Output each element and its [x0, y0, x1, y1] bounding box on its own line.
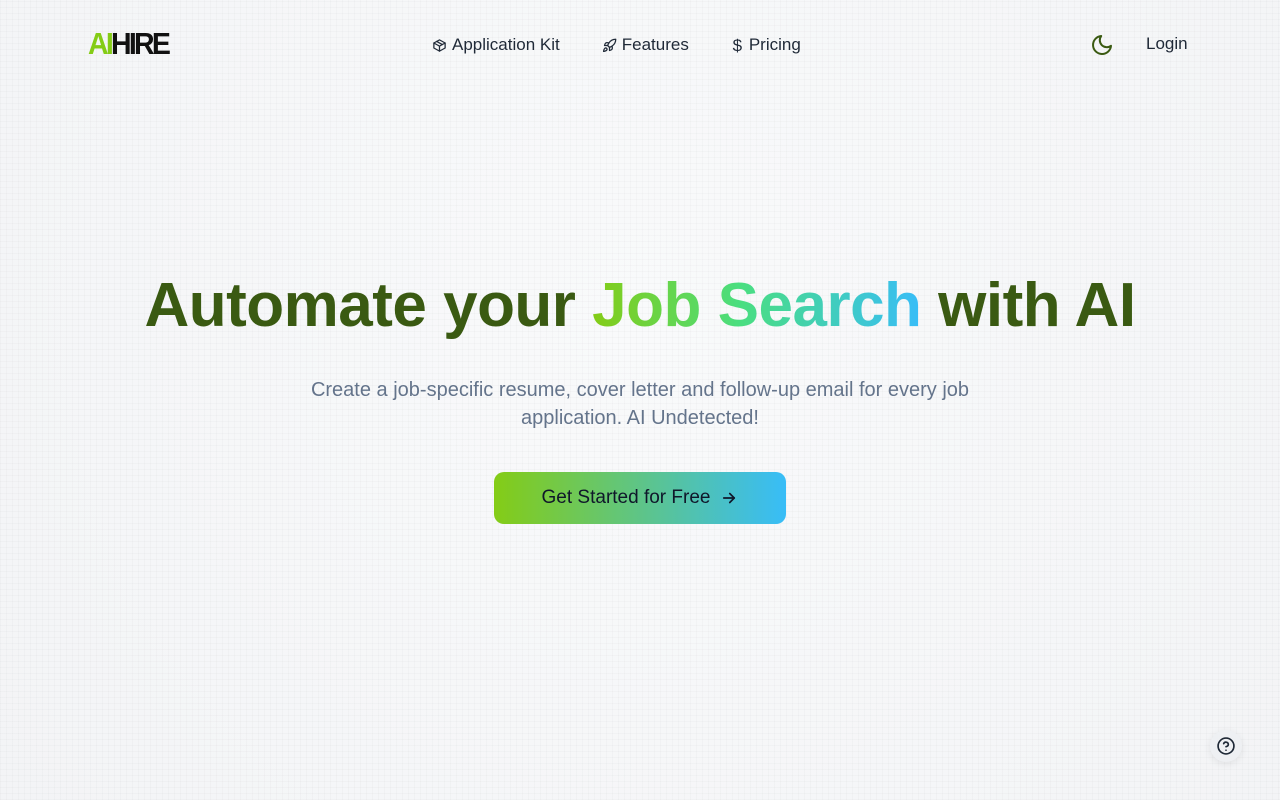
nav-item-application-kit[interactable]: Application Kit [432, 33, 560, 57]
help-circle-icon [1216, 736, 1236, 756]
nav-item-label: Pricing [748, 35, 801, 54]
box-icon [432, 38, 447, 53]
hero-title-prefix: Automate your [144, 271, 593, 340]
cta-label: Get Started for Free [541, 487, 711, 508]
nav-item-pricing[interactable]: $ Pricing [731, 33, 801, 57]
login-link[interactable]: Login [1146, 34, 1188, 54]
logo-hire-text: HIRE [111, 26, 171, 61]
arrow-right-icon [720, 489, 738, 507]
help-button[interactable] [1210, 730, 1242, 762]
hero-title-highlight: Job Search [592, 271, 922, 340]
hero-subtitle: Create a job-specific resume, cover lett… [310, 379, 970, 429]
theme-toggle-button[interactable] [1090, 33, 1114, 57]
hero-title: Automate your Job Search with AI [0, 270, 1280, 342]
dollar-icon: $ [732, 35, 743, 55]
site-header: AI HIRE Application Kit Features $ Prici… [0, 0, 1280, 90]
moon-icon [1090, 35, 1114, 61]
nav-item-label: Application Kit [452, 35, 560, 54]
rocket-icon [602, 38, 617, 53]
logo[interactable]: AI HIRE [88, 26, 171, 61]
logo-ai-text: AI [88, 26, 114, 61]
get-started-button[interactable]: Get Started for Free [494, 472, 786, 524]
nav-item-features[interactable]: Features [602, 33, 689, 57]
hero-title-suffix: with AI [921, 271, 1136, 340]
nav-item-label: Features [621, 35, 689, 54]
main-nav: Application Kit Features $ Pricing [432, 33, 801, 57]
